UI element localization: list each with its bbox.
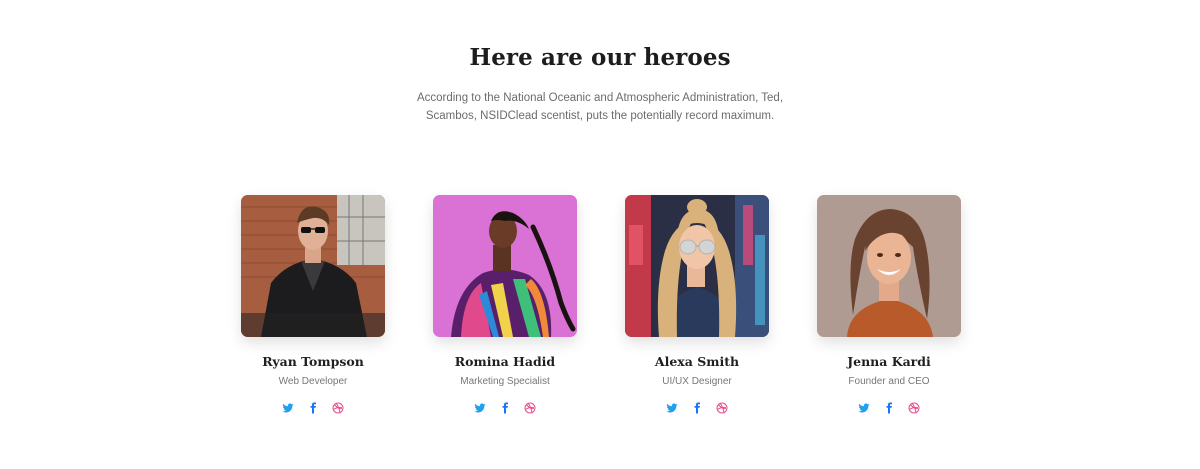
dribbble-icon[interactable] bbox=[908, 402, 920, 414]
team-member-role: Marketing Specialist bbox=[460, 376, 550, 387]
team-member-role: UI/UX Designer bbox=[662, 376, 732, 387]
social-links bbox=[241, 402, 385, 416]
dribbble-icon[interactable] bbox=[524, 402, 536, 414]
facebook-icon[interactable] bbox=[883, 402, 895, 414]
team-member-photo bbox=[241, 195, 385, 337]
person-photo-icon bbox=[433, 195, 577, 337]
team-member-photo bbox=[625, 195, 769, 337]
facebook-icon[interactable] bbox=[307, 402, 319, 414]
team-member-photo bbox=[817, 195, 961, 337]
facebook-icon[interactable] bbox=[691, 402, 703, 414]
person-photo-icon bbox=[241, 195, 385, 337]
social-links bbox=[817, 402, 961, 416]
team-card: Alexa Smith UI/UX Designer bbox=[625, 195, 769, 416]
dribbble-icon[interactable] bbox=[716, 402, 728, 414]
facebook-icon[interactable] bbox=[499, 402, 511, 414]
team-member-name: Ryan Tompson bbox=[262, 354, 364, 369]
dribbble-icon[interactable] bbox=[332, 402, 344, 414]
person-photo-icon bbox=[817, 195, 961, 337]
twitter-icon[interactable] bbox=[858, 402, 870, 414]
twitter-icon[interactable] bbox=[474, 402, 486, 414]
social-links bbox=[433, 402, 577, 416]
team-member-name: Romina Hadid bbox=[454, 354, 556, 369]
team-member-role: Founder and CEO bbox=[848, 376, 930, 387]
section-title: Here are our heroes bbox=[469, 44, 731, 71]
team-section: Here are our heroes According to the Nat… bbox=[0, 0, 1200, 469]
team-card: Jenna Kardi Founder and CEO bbox=[817, 195, 961, 416]
team-member-name: Jenna Kardi bbox=[847, 354, 931, 369]
person-photo-icon bbox=[625, 195, 769, 337]
twitter-icon[interactable] bbox=[282, 402, 294, 414]
team-card: Ryan Tompson Web Developer bbox=[241, 195, 385, 416]
team-card: Romina Hadid Marketing Specialist bbox=[433, 195, 577, 416]
twitter-icon[interactable] bbox=[666, 402, 678, 414]
section-subtitle: According to the National Oceanic and At… bbox=[416, 92, 784, 122]
team-member-role: Web Developer bbox=[278, 376, 348, 387]
team-member-name: Alexa Smith bbox=[654, 354, 740, 369]
social-links bbox=[625, 402, 769, 416]
team-member-photo bbox=[433, 195, 577, 337]
